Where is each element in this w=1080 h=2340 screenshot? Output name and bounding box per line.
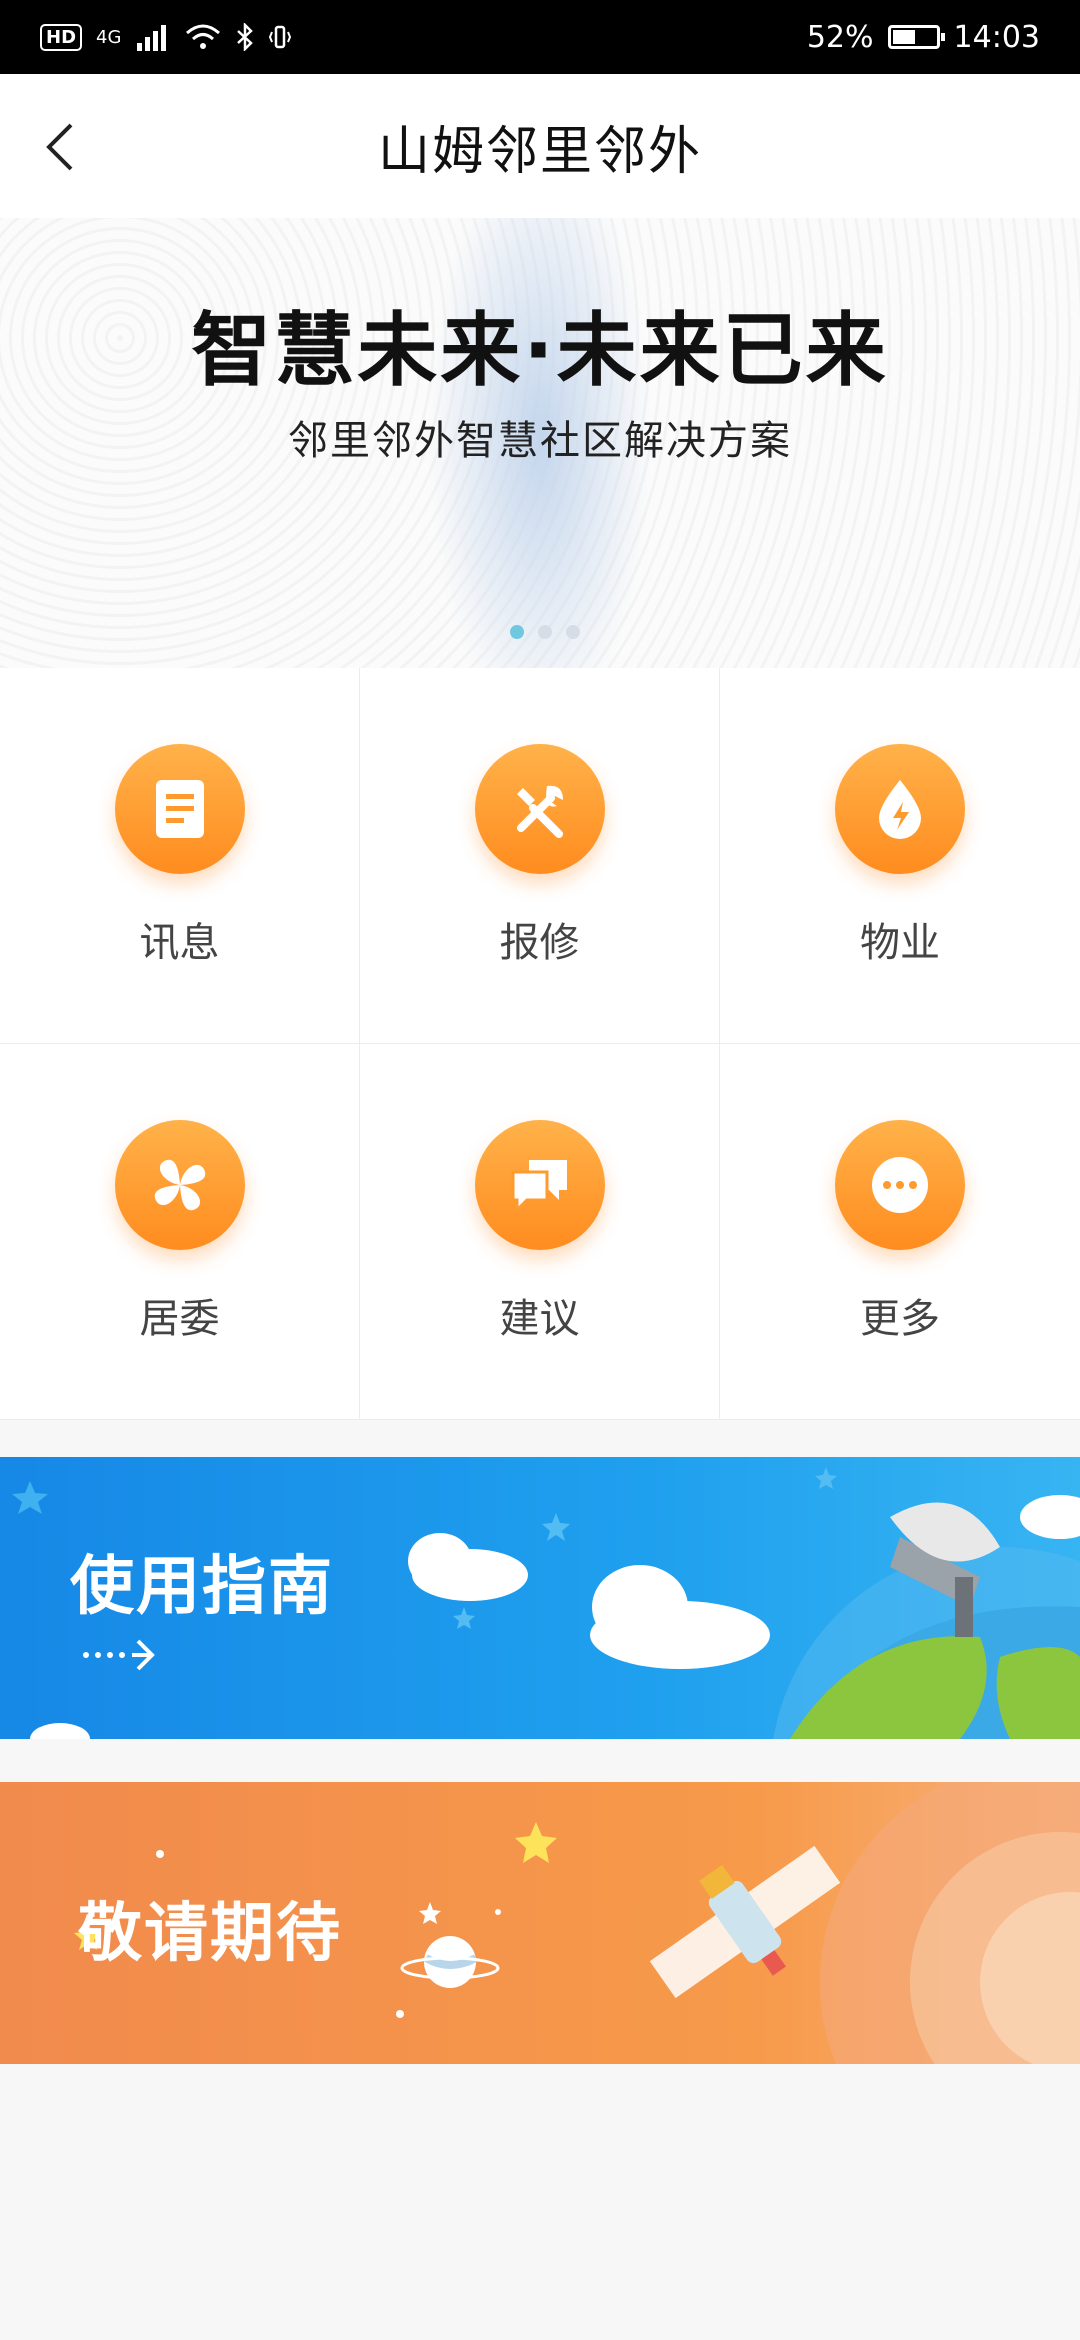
nav-bar: 山姆邻里邻外	[0, 74, 1080, 219]
grid-item-label: 物业	[860, 919, 940, 966]
grid-item-more[interactable]: 更多	[720, 1044, 1080, 1420]
hd-icon: HD	[40, 23, 83, 51]
bluetooth-icon	[237, 23, 254, 51]
battery-fill	[892, 30, 915, 44]
grid-item-label: 居委	[139, 1295, 220, 1342]
grid-item-suggestion[interactable]: 建议	[360, 1044, 720, 1420]
carousel-dot[interactable]	[510, 625, 524, 639]
hero-title: 智慧未来·未来已来	[191, 304, 889, 397]
grid-item-committee[interactable]: 居委	[0, 1044, 360, 1420]
water-drop-icon	[835, 743, 965, 874]
status-right: 52% 14:03	[807, 20, 1040, 55]
grid-item-label: 建议	[499, 1295, 580, 1342]
grid-item-property[interactable]: 物业	[720, 668, 1080, 1044]
hero-subtitle: 邻里邻外智慧社区解决方案	[288, 418, 792, 464]
page-title: 山姆邻里邻外	[377, 121, 702, 182]
clover-icon	[114, 1119, 245, 1250]
chat-bubbles-icon	[474, 1119, 605, 1250]
wifi-icon	[186, 24, 221, 49]
status-left: HD 4G	[40, 23, 292, 51]
coming-soon-title: 敬请期待	[78, 1897, 342, 1971]
hero-carousel[interactable]: 智慧未来·未来已来 邻里邻外智慧社区解决方案	[0, 218, 1080, 668]
tools-icon	[474, 743, 605, 874]
coming-soon-banner[interactable]: 敬请期待	[0, 1782, 1080, 2064]
network-type: 4G	[96, 26, 122, 48]
grid-item-repair[interactable]: 报修	[360, 668, 720, 1044]
signal-icon	[137, 25, 167, 51]
user-guide-title: 使用指南	[70, 1550, 334, 1624]
vibrate-icon	[269, 25, 292, 49]
status-bar: HD 4G 52% 14:03	[0, 0, 1080, 74]
battery-icon	[887, 25, 945, 49]
back-button[interactable]	[30, 112, 90, 182]
document-icon	[114, 743, 245, 874]
carousel-dot[interactable]	[566, 625, 580, 639]
arrow-right-icon	[83, 1639, 155, 1671]
carousel-indicator	[510, 625, 580, 639]
battery-percent: 52%	[806, 19, 874, 55]
user-guide-banner[interactable]: 使用指南	[0, 1457, 1080, 1739]
carousel-dot[interactable]	[538, 625, 552, 639]
feature-grid: 讯息 报修 物业 居委 建议 更多	[0, 668, 1080, 1420]
chevron-left-icon	[46, 123, 73, 171]
grid-item-label: 讯息	[139, 919, 220, 966]
clock: 14:03	[953, 19, 1040, 55]
grid-item-label: 更多	[860, 1295, 940, 1342]
grid-item-label: 报修	[499, 919, 580, 966]
more-dots-icon	[835, 1119, 965, 1250]
grid-item-news[interactable]: 讯息	[0, 668, 360, 1044]
